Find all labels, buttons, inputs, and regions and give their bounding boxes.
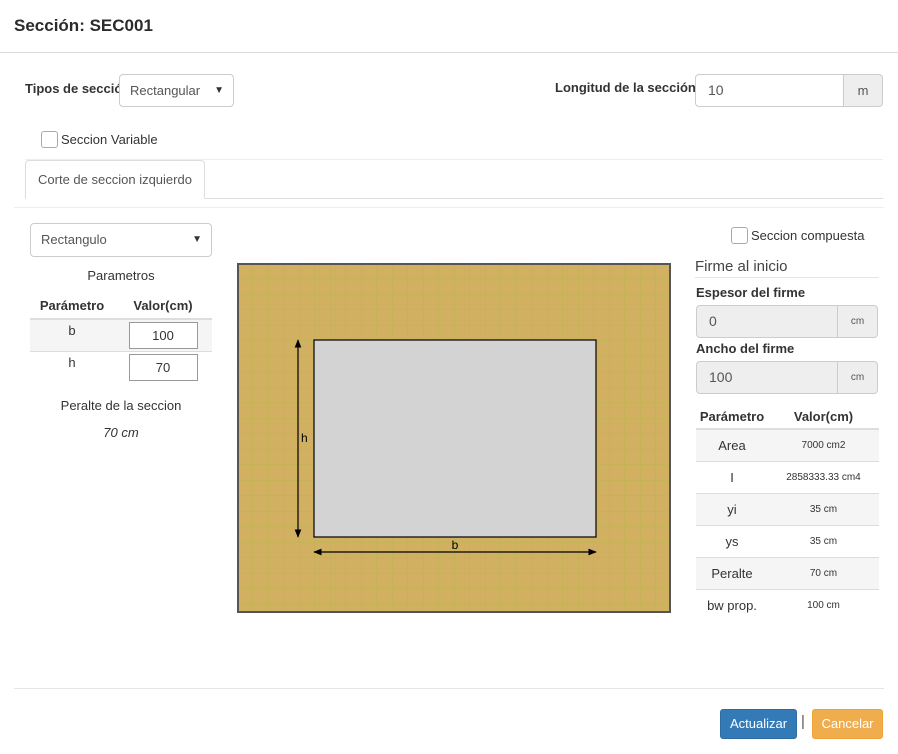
section-type-value: Rectangular xyxy=(130,83,201,98)
length-label: Longitud de la sección: xyxy=(555,80,701,95)
firm-thickness-label: Espesor del firme xyxy=(696,285,806,300)
results-header-name: Parámetro xyxy=(696,404,768,430)
result-name: Peralte xyxy=(696,556,768,589)
table-row: bw prop. 100 cm xyxy=(696,588,879,621)
param-name-b: b xyxy=(68,323,76,338)
length-input[interactable]: 10 xyxy=(695,74,844,107)
results-header-value: Valor(cm) xyxy=(768,404,879,430)
shape-select[interactable]: Rectangulo ▼ xyxy=(30,223,212,257)
results-table: Parámetro Valor(cm) Area 7000 cm2 I 2858… xyxy=(696,404,879,621)
firm-title-divider xyxy=(695,277,879,278)
tab-left-cut[interactable]: Corte de seccion izquierdo xyxy=(25,160,205,199)
section-type-label: Tipos de sección xyxy=(25,81,131,96)
table-row: h 70 xyxy=(30,351,212,383)
firm-thickness-unit: cm xyxy=(837,305,878,338)
shape-value: Rectangulo xyxy=(41,232,107,247)
result-value: 70 cm xyxy=(768,556,879,589)
result-value: 35 cm xyxy=(768,524,879,557)
param-h-input[interactable]: 70 xyxy=(128,353,198,381)
variable-section-checkbox[interactable] xyxy=(41,131,58,148)
caret-down-icon: ▼ xyxy=(214,85,224,96)
modal-title: Sección: SEC001 xyxy=(14,16,153,35)
tab-content-divider xyxy=(14,207,884,208)
firm-thickness-input[interactable]: 0 xyxy=(696,305,838,338)
table-row: ys 35 cm xyxy=(696,524,879,557)
param-b-input[interactable]: 100 xyxy=(128,321,198,349)
firm-width-unit: cm xyxy=(837,361,878,394)
table-row: yi 35 cm xyxy=(696,492,879,525)
depth-value: 70 cm xyxy=(103,425,139,440)
composite-section-checkbox[interactable] xyxy=(731,227,748,244)
footer-divider xyxy=(14,688,884,689)
firm-width-input[interactable]: 100 xyxy=(696,361,838,394)
result-name: I xyxy=(696,460,768,493)
cancel-button[interactable]: Cancelar xyxy=(812,709,883,739)
modal-header: Sección: SEC001 xyxy=(0,0,898,53)
table-row: Peralte 70 cm xyxy=(696,556,879,589)
section-rectangle xyxy=(313,339,597,538)
section-type-select[interactable]: Rectangular ▼ xyxy=(119,74,234,107)
result-value: 7000 cm2 xyxy=(768,428,879,461)
params-table: Parámetro Valor(cm) b 100 h 70 xyxy=(30,292,212,383)
table-row: Area 7000 cm2 xyxy=(696,428,879,461)
param-name-h: h xyxy=(68,354,76,370)
button-separator: | xyxy=(801,713,805,730)
result-value: 2858333.33 cm4 xyxy=(768,460,879,493)
caret-down-icon: ▼ xyxy=(192,234,202,245)
result-name: ys xyxy=(696,524,768,557)
h-dimension-label: h xyxy=(301,431,308,445)
result-name: bw prop. xyxy=(696,588,768,621)
update-button[interactable]: Actualizar xyxy=(720,709,797,739)
params-header-value: Valor(cm) xyxy=(133,297,193,313)
tab-left-cut-label: Corte de seccion izquierdo xyxy=(38,172,192,187)
b-dimension-label: b xyxy=(452,538,459,552)
result-value: 35 cm xyxy=(768,492,879,525)
length-unit-addon: m xyxy=(843,74,883,107)
section-drawing: h b xyxy=(237,263,671,613)
depth-label: Peralte de la seccion xyxy=(60,398,182,413)
table-row: b 100 xyxy=(30,319,212,351)
params-header-name: Parámetro xyxy=(39,297,105,313)
composite-section-label: Seccion compuesta xyxy=(751,228,865,243)
result-name: yi xyxy=(696,492,768,525)
params-title: Parametros xyxy=(87,268,155,283)
result-value: 100 cm xyxy=(768,588,879,621)
firm-width-label: Ancho del firme xyxy=(696,341,795,356)
table-row: I 2858333.33 cm4 xyxy=(696,460,879,493)
variable-section-label: Seccion Variable xyxy=(61,132,158,147)
result-name: Area xyxy=(696,428,768,461)
firm-title: Firme al inicio xyxy=(695,258,788,275)
